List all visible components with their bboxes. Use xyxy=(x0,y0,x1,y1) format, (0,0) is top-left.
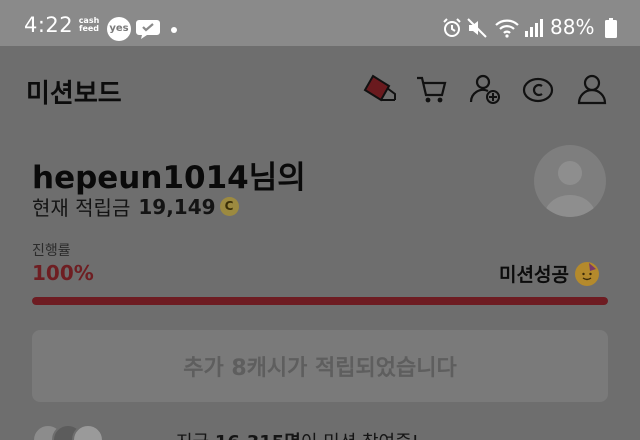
progress-bar xyxy=(32,297,608,305)
battery-icon xyxy=(605,18,617,42)
mute-icon xyxy=(466,17,488,43)
alarm-icon xyxy=(441,17,463,43)
progress-label: 진행률 xyxy=(32,243,71,259)
progress-percent: 100% xyxy=(32,261,94,285)
progress-bar-fill xyxy=(32,297,608,305)
participants-prefix: 지금 xyxy=(176,432,215,440)
party-face-icon xyxy=(574,261,599,286)
username-heading: hepeun1014님의 xyxy=(32,160,306,196)
user-icon[interactable] xyxy=(575,72,609,110)
coin-badge-icon: C xyxy=(219,197,239,216)
status-time: 4:22 xyxy=(24,13,74,37)
coin-icon[interactable] xyxy=(521,72,555,110)
reward-status-button[interactable]: 추가 8캐시가 적립되었습니다 xyxy=(32,330,608,402)
avatar[interactable] xyxy=(534,145,606,217)
points-line: 현재 적립금 19,149 C xyxy=(32,192,239,221)
signal-icon xyxy=(523,18,543,42)
wifi-icon xyxy=(494,17,520,43)
participants-row: 지금 16,315명이 미션 참여중! xyxy=(32,424,419,440)
mission-status-label: 미션성공 xyxy=(499,264,569,286)
participants-suffix: 이 미션 참여중! xyxy=(301,432,419,440)
yes-app-icon: yes xyxy=(107,17,131,41)
status-bar: 4:22 cash feed yes 88% xyxy=(0,0,640,46)
mission-status: 미션성공 xyxy=(499,260,599,287)
points-value: 19,149 xyxy=(138,194,216,219)
points-label: 현재 적립금 xyxy=(32,196,131,220)
cashfeed-icon: cash feed xyxy=(78,16,100,33)
notification-dot-icon xyxy=(171,27,177,33)
add-user-icon[interactable] xyxy=(468,72,502,110)
cart-icon[interactable] xyxy=(414,72,448,110)
ticket-icon[interactable] xyxy=(361,72,399,110)
page-title: 미션보드 xyxy=(26,79,122,109)
chat-bubble-icon xyxy=(135,18,161,44)
participants-count: 16,315명 xyxy=(215,432,301,440)
battery-percent: 88% xyxy=(550,15,595,39)
participants-text: 지금 16,315명이 미션 참여중! xyxy=(176,428,419,440)
